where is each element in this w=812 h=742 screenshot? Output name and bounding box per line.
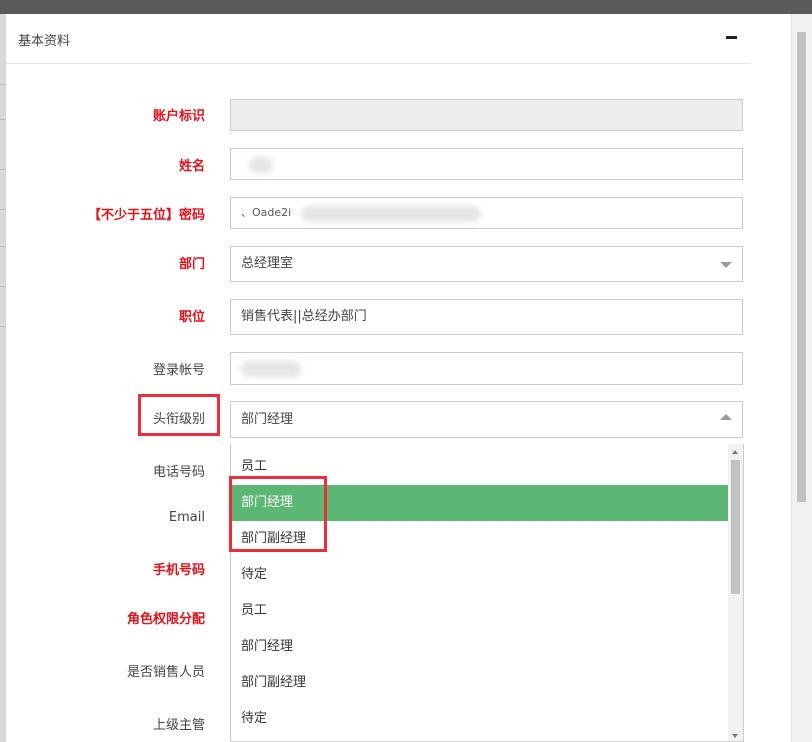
title-level-select[interactable]: 部门经理 <box>230 401 743 438</box>
department-label: 部门 <box>178 257 205 272</box>
dropdown-option[interactable]: 部门经理 <box>231 629 728 665</box>
login-field[interactable] <box>230 352 743 385</box>
mobile-label: 手机号码 <box>152 563 205 578</box>
chevron-down-icon <box>720 262 732 268</box>
redacted-value <box>249 157 273 173</box>
title-level-dropdown: 员工 部门经理 部门副经理 待定 员工 部门经理 部门副经理 待定 <box>230 444 744 742</box>
basic-info-panel: 基本资料 账户标识 姓名 【不少于五位】密码 、Oade2i 部门 总经理室 职… <box>6 14 791 742</box>
redacted-value <box>301 206 481 222</box>
panel-header: 基本资料 <box>6 14 750 64</box>
phone-label: 电话号码 <box>152 465 205 480</box>
password-field[interactable]: 、Oade2i <box>230 197 743 229</box>
position-value: 销售代表||总经办部门 <box>241 309 367 324</box>
page-scroll-thumb[interactable] <box>797 32 806 502</box>
minus-icon[interactable] <box>726 36 737 39</box>
department-select[interactable]: 总经理室 <box>230 246 743 282</box>
title-level-value: 部门经理 <box>241 412 294 427</box>
position-field[interactable]: 销售代表||总经办部门 <box>230 299 743 335</box>
password-label: 【不少于五位】密码 <box>87 208 205 223</box>
dropdown-option[interactable]: 部门副经理 <box>231 521 728 557</box>
name-label: 姓名 <box>178 159 205 174</box>
dropdown-option[interactable]: 待定 <box>231 701 728 737</box>
department-value: 总经理室 <box>241 256 294 271</box>
dropdown-option[interactable]: 待定 <box>231 557 728 593</box>
chevron-up-icon <box>720 414 732 420</box>
position-label: 职位 <box>178 310 205 325</box>
dropdown-scrollbar[interactable] <box>728 444 743 741</box>
login-label: 登录帐号 <box>152 363 205 378</box>
dropdown-option[interactable]: 部门副经理 <box>231 665 728 701</box>
scroll-down-arrow-icon[interactable] <box>732 734 738 738</box>
page-scrollbar[interactable] <box>791 14 812 742</box>
scroll-up-arrow-icon[interactable] <box>732 450 738 454</box>
name-field[interactable] <box>230 148 743 180</box>
password-value: 、Oade2i <box>241 206 292 219</box>
panel-title: 基本资料 <box>18 34 71 49</box>
window-top-bar <box>0 0 812 14</box>
dropdown-option[interactable]: 员工 <box>231 593 728 629</box>
supervisor-label: 上级主管 <box>152 718 205 733</box>
title-level-label: 头衔级别 <box>152 412 205 427</box>
dropdown-option-selected[interactable]: 部门经理 <box>231 485 728 521</box>
email-label: Email <box>168 510 205 525</box>
dropdown-option[interactable]: 员工 <box>231 449 728 485</box>
role-label: 角色权限分配 <box>126 612 205 627</box>
redacted-value <box>241 361 301 377</box>
account-id-field <box>230 99 743 131</box>
is-sales-label: 是否销售人员 <box>126 665 205 680</box>
account-id-label: 账户标识 <box>152 109 205 124</box>
dropdown-scroll-thumb[interactable] <box>731 460 740 594</box>
